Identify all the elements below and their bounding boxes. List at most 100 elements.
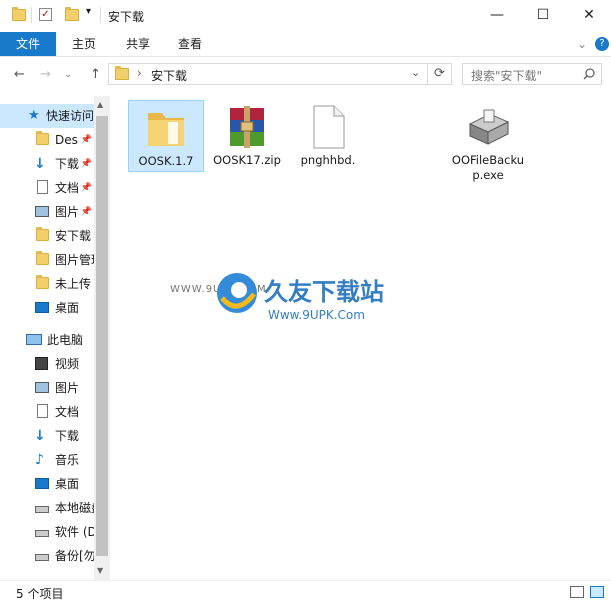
up-button[interactable]: ↑ xyxy=(90,67,101,82)
sidebar-item-label: 备份[勿 xyxy=(55,549,96,563)
document-icon xyxy=(37,180,48,194)
divider xyxy=(100,7,101,23)
sidebar-item-videos[interactable]: 视频 xyxy=(0,352,96,376)
sidebar-item-label: 软件 (D xyxy=(55,525,96,539)
watermark: WWW.9UPK.COM 久友下载站 Www.9UPK.Com xyxy=(170,250,390,340)
forward-button[interactable]: → xyxy=(40,67,51,82)
file-item-zip[interactable]: OOSK17.zip xyxy=(209,102,285,168)
sidebar-item-label: 图片 xyxy=(55,205,80,219)
sidebar-item-downloads-pinned[interactable]: ↓ 下载 📌 xyxy=(0,152,96,176)
breadcrumb-current[interactable]: 安下载 xyxy=(151,67,187,84)
file-item-blank[interactable]: pnghhbd. xyxy=(290,102,366,168)
sidebar-item-downloads[interactable]: ↓ 下载 xyxy=(0,424,96,448)
sidebar-item-software-drive[interactable]: 软件 (D xyxy=(0,520,96,544)
sidebar-item-documents[interactable]: 文档 xyxy=(0,400,96,424)
sidebar-item-label: 音乐 xyxy=(55,453,80,467)
scroll-down-icon[interactable]: ▼ xyxy=(97,566,103,575)
desktop-icon xyxy=(35,302,49,313)
star-icon: ★ xyxy=(28,108,40,123)
minimize-button[interactable]: — xyxy=(474,0,520,30)
address-bar[interactable]: › 安下载 ⌄ xyxy=(108,63,428,85)
file-list: OOSK.1.7 OOSK17.zip pnghhbd. OOFileBacku… xyxy=(112,96,611,580)
status-bar: 5 个项目 xyxy=(0,580,611,605)
customize-toolbar-icon[interactable]: ▾ xyxy=(86,6,91,17)
folder-icon xyxy=(36,131,49,145)
file-name: OOSK.1.7 xyxy=(138,154,194,168)
sidebar-item-label: 此电脑 xyxy=(47,333,84,347)
sidebar-item-local-disk[interactable]: 本地磁盘 xyxy=(0,496,96,520)
download-icon: ↓ xyxy=(34,156,46,172)
file-name: OOSK17.zip xyxy=(213,153,281,167)
sidebar-item-pictures-pinned[interactable]: 图片 📌 xyxy=(0,200,96,224)
sidebar-item-this-pc[interactable]: 此电脑 xyxy=(0,328,96,352)
watermark-brand: 久友下载站 xyxy=(264,278,384,306)
maximize-button[interactable]: ☐ xyxy=(520,0,566,30)
details-view-icon[interactable] xyxy=(570,586,584,598)
close-button[interactable]: ✕ xyxy=(566,0,611,30)
help-icon[interactable]: ? xyxy=(595,37,609,51)
sidebar-item-desktop-2[interactable]: 桌面 xyxy=(0,472,96,496)
drive-icon xyxy=(35,530,49,537)
search-icon[interactable] xyxy=(583,68,595,80)
computer-icon xyxy=(26,334,42,345)
folder-icon xyxy=(115,66,129,80)
sidebar-item-desktop-pinned[interactable]: Des 📌 xyxy=(0,128,96,152)
watermark-logo-icon xyxy=(217,273,257,313)
sidebar-item-anxiazai[interactable]: 安下载 xyxy=(0,224,96,248)
ribbon-expand-icon[interactable]: ⌄ xyxy=(574,32,590,56)
sidebar-item-music[interactable]: ♪ 音乐 xyxy=(0,448,96,472)
sidebar-item-label: 未上传 xyxy=(55,277,92,291)
sidebar-item-label: 桌面 xyxy=(55,301,80,315)
address-dropdown-icon[interactable]: ⌄ xyxy=(411,66,420,79)
pin-icon: 📌 xyxy=(80,207,92,217)
tab-view[interactable]: 查看 xyxy=(170,32,210,56)
application-icon xyxy=(468,109,510,145)
sidebar-item-documents-pinned[interactable]: 文档 📌 xyxy=(0,176,96,200)
sidebar-item-quick-access[interactable]: ★ 快速访问 xyxy=(0,104,96,128)
sidebar-item-picture-manage[interactable]: 图片管理 xyxy=(0,248,96,272)
sidebar-item-desktop[interactable]: 桌面 xyxy=(0,296,96,320)
recent-locations-button[interactable]: ⌄ xyxy=(64,69,72,80)
document-icon xyxy=(37,404,48,418)
folder-icon xyxy=(12,7,26,21)
file-item-exe[interactable]: OOFileBackup.exe xyxy=(450,102,526,183)
back-button[interactable]: ← xyxy=(14,67,25,82)
large-icons-view-icon[interactable] xyxy=(590,586,604,598)
sidebar-item-label: Des xyxy=(55,133,78,147)
pin-icon: 📌 xyxy=(80,183,92,193)
new-folder-icon[interactable] xyxy=(65,7,79,21)
file-name: OOFileBackup.exe xyxy=(451,153,525,182)
sidebar-item-backup-drive[interactable]: 备份[勿 xyxy=(0,544,96,568)
refresh-button[interactable]: ⟳ xyxy=(428,63,452,85)
sidebar-item-label: 图片 xyxy=(55,381,80,395)
winrar-archive-icon xyxy=(230,106,264,148)
window-title: 安下载 xyxy=(108,10,145,24)
breadcrumb-separator[interactable]: › xyxy=(137,66,142,80)
file-item-folder[interactable]: OOSK.1.7 xyxy=(128,100,204,172)
tab-file[interactable]: 文件 xyxy=(0,32,56,56)
properties-icon[interactable]: ✓ xyxy=(39,8,52,21)
sidebar-item-label: 文档 xyxy=(55,181,80,195)
blank-file-icon xyxy=(313,105,345,149)
sidebar-item-pictures[interactable]: 图片 xyxy=(0,376,96,400)
sidebar-item-label: 视频 xyxy=(55,357,80,371)
sidebar-item-label: 安下载 xyxy=(55,229,92,243)
picture-icon xyxy=(35,382,49,393)
sidebar-item-label: 快速访问 xyxy=(46,109,95,123)
ribbon-tabs: 文件 主页 共享 查看 ⌄ ? xyxy=(0,32,611,57)
search-input[interactable]: 搜索"安下载" xyxy=(462,63,602,85)
pin-icon: 📌 xyxy=(80,159,92,169)
desktop-icon xyxy=(35,478,49,489)
sidebar-item-not-uploaded[interactable]: 未上传 xyxy=(0,272,96,296)
watermark-site: Www.9UPK.Com xyxy=(268,308,365,322)
tab-home[interactable]: 主页 xyxy=(64,32,104,56)
drive-icon xyxy=(35,506,49,513)
item-count: 5 个项目 xyxy=(16,587,64,601)
scroll-up-icon[interactable]: ▲ xyxy=(97,100,103,109)
tab-share[interactable]: 共享 xyxy=(118,32,158,56)
sidebar-scrollbar-thumb[interactable] xyxy=(96,116,108,556)
folder-icon xyxy=(36,275,49,289)
title-bar: ✓ ▾ 安下载 — ☐ ✕ xyxy=(0,0,611,32)
sidebar-item-label: 文档 xyxy=(55,405,80,419)
sidebar-item-label: 图片管理 xyxy=(55,253,96,267)
